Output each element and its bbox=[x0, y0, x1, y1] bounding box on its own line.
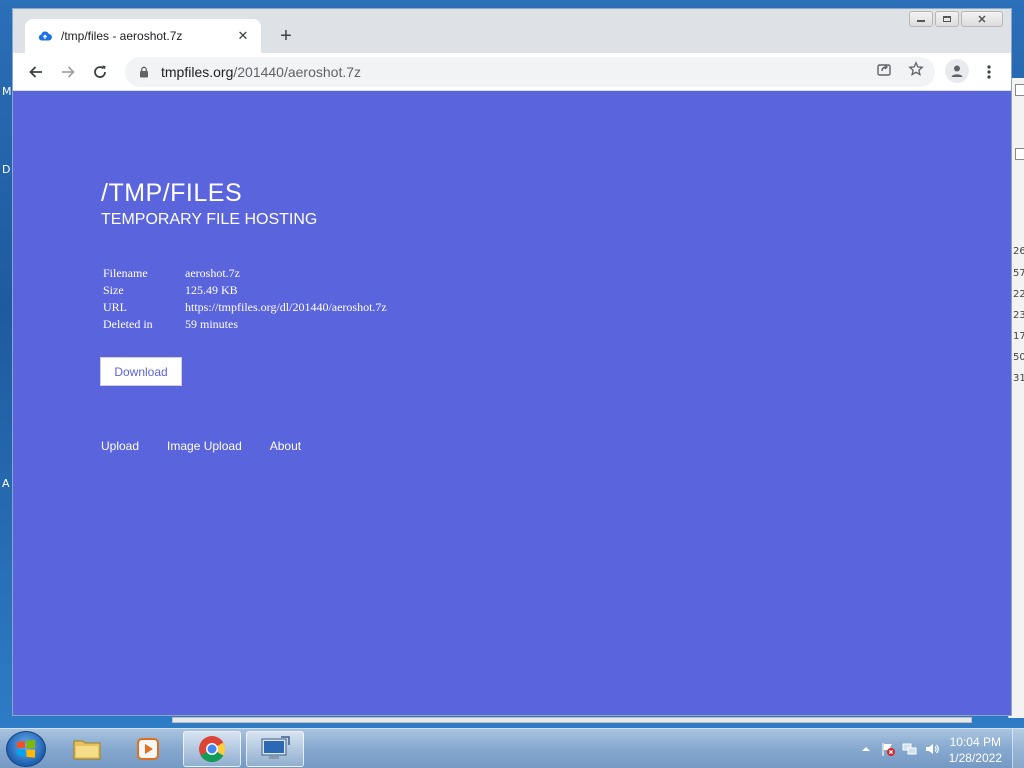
new-tab-button[interactable]: + bbox=[273, 23, 299, 49]
background-window-value: 23 bbox=[1013, 310, 1024, 321]
minimize-icon bbox=[917, 20, 925, 22]
background-window-value: 17 bbox=[1013, 331, 1024, 342]
cloud-upload-icon bbox=[37, 28, 53, 44]
action-center-flag-icon[interactable] bbox=[880, 741, 896, 757]
address-path: /201440/aeroshot.7z bbox=[233, 64, 362, 80]
windows-logo-icon bbox=[17, 739, 35, 758]
address-bar[interactable]: tmpfiles.org/201440/aeroshot.7z bbox=[125, 57, 935, 87]
network-icon[interactable] bbox=[902, 741, 918, 757]
star-icon[interactable] bbox=[907, 60, 925, 78]
file-info-table: Filename aeroshot.7z Size 125.49 KB URL … bbox=[101, 265, 389, 333]
info-value: 125.49 KB bbox=[185, 283, 238, 297]
table-row: URL https://tmpfiles.org/dl/201440/aeros… bbox=[101, 299, 389, 316]
media-player-icon bbox=[137, 738, 159, 760]
about-link[interactable]: About bbox=[270, 439, 301, 453]
tray-expand-icon[interactable] bbox=[858, 741, 874, 757]
taskbar-media-player[interactable] bbox=[120, 731, 178, 767]
forward-button[interactable] bbox=[55, 59, 81, 85]
horizontal-scrollbar[interactable] bbox=[172, 717, 972, 723]
folder-icon bbox=[73, 740, 101, 760]
system-tray: 10:04 PM 1/28/2022 bbox=[834, 729, 1024, 768]
arrow-right-icon bbox=[62, 66, 75, 78]
lock-icon[interactable] bbox=[137, 65, 151, 79]
reload-icon bbox=[94, 65, 106, 78]
download-button[interactable]: Download bbox=[100, 357, 182, 386]
remote-desktop-icon bbox=[261, 736, 290, 759]
info-value: https://tmpfiles.org/dl/201440/aeroshot.… bbox=[185, 300, 387, 314]
clock-time: 10:04 PM bbox=[949, 735, 1001, 749]
close-window-button[interactable] bbox=[961, 11, 1003, 27]
taskbar-explorer[interactable] bbox=[58, 731, 116, 767]
background-window-value: 22 bbox=[1013, 289, 1024, 300]
maximize-button[interactable] bbox=[935, 11, 959, 27]
table-row: Filename aeroshot.7z bbox=[101, 265, 389, 282]
tab-close-icon[interactable]: ✕ bbox=[235, 28, 251, 44]
minimize-button[interactable] bbox=[909, 11, 933, 27]
profile-avatar[interactable] bbox=[945, 59, 969, 83]
desktop-icon-label: M bbox=[2, 85, 12, 98]
reload-button[interactable] bbox=[87, 59, 113, 85]
restore-icon bbox=[943, 16, 951, 22]
info-value: 59 minutes bbox=[185, 317, 238, 331]
browser-window: /tmp/files - aeroshot.7z ✕ + tmpfiles.or… bbox=[12, 8, 1012, 716]
back-button[interactable] bbox=[23, 59, 49, 85]
image-upload-link[interactable]: Image Upload bbox=[167, 439, 242, 453]
arrow-left-icon bbox=[29, 66, 42, 78]
background-window-value: 50 bbox=[1013, 352, 1024, 363]
tab-title: /tmp/files - aeroshot.7z bbox=[61, 29, 183, 43]
info-key: Size bbox=[103, 283, 124, 297]
browser-toolbar: tmpfiles.org/201440/aeroshot.7z bbox=[13, 53, 1011, 91]
system-clock[interactable]: 10:04 PM 1/28/2022 bbox=[949, 734, 1002, 766]
window-controls bbox=[909, 11, 1003, 27]
upload-link[interactable]: Upload bbox=[101, 439, 139, 453]
start-button[interactable] bbox=[6, 731, 46, 767]
show-desktop-button[interactable] bbox=[1012, 729, 1024, 768]
background-window-control[interactable] bbox=[1015, 148, 1024, 160]
browser-menu-button[interactable] bbox=[979, 59, 999, 85]
address-domain: tmpfiles.org bbox=[161, 64, 234, 80]
background-window-value: 26 bbox=[1013, 246, 1024, 257]
info-value: aeroshot.7z bbox=[185, 266, 240, 280]
desktop-icon-label: A bbox=[2, 477, 10, 490]
share-icon[interactable] bbox=[875, 60, 893, 78]
tab-strip: /tmp/files - aeroshot.7z ✕ + bbox=[13, 9, 1011, 53]
taskbar-chrome[interactable] bbox=[183, 731, 241, 767]
table-row: Size 125.49 KB bbox=[101, 282, 389, 299]
kebab-menu-icon bbox=[987, 65, 991, 79]
chrome-icon bbox=[199, 736, 226, 763]
background-window-control[interactable] bbox=[1015, 84, 1024, 96]
tab-active[interactable]: /tmp/files - aeroshot.7z ✕ bbox=[25, 19, 261, 53]
info-key: Filename bbox=[103, 266, 148, 280]
page-subtitle: TEMPORARY FILE HOSTING bbox=[101, 211, 318, 228]
person-icon bbox=[951, 65, 963, 77]
page-title: /TMP/FILES bbox=[101, 179, 243, 207]
taskbar-remote-desktop[interactable] bbox=[246, 731, 304, 767]
volume-icon[interactable] bbox=[924, 741, 940, 757]
footer-nav: Upload Image Upload About bbox=[101, 439, 329, 453]
close-icon bbox=[978, 15, 986, 23]
address-url: tmpfiles.org/201440/aeroshot.7z bbox=[161, 64, 361, 80]
desktop-icon-label: D bbox=[2, 163, 11, 176]
page-content: /TMP/FILES TEMPORARY FILE HOSTING Filena… bbox=[13, 91, 1011, 715]
info-key: URL bbox=[103, 300, 127, 314]
background-window-value: 31 bbox=[1013, 373, 1024, 384]
info-key: Deleted in bbox=[103, 317, 153, 331]
background-window-value: 57 bbox=[1013, 268, 1024, 279]
taskbar: 10:04 PM 1/28/2022 bbox=[0, 728, 1024, 768]
table-row: Deleted in 59 minutes bbox=[101, 316, 389, 333]
clock-date: 1/28/2022 bbox=[948, 751, 1002, 765]
